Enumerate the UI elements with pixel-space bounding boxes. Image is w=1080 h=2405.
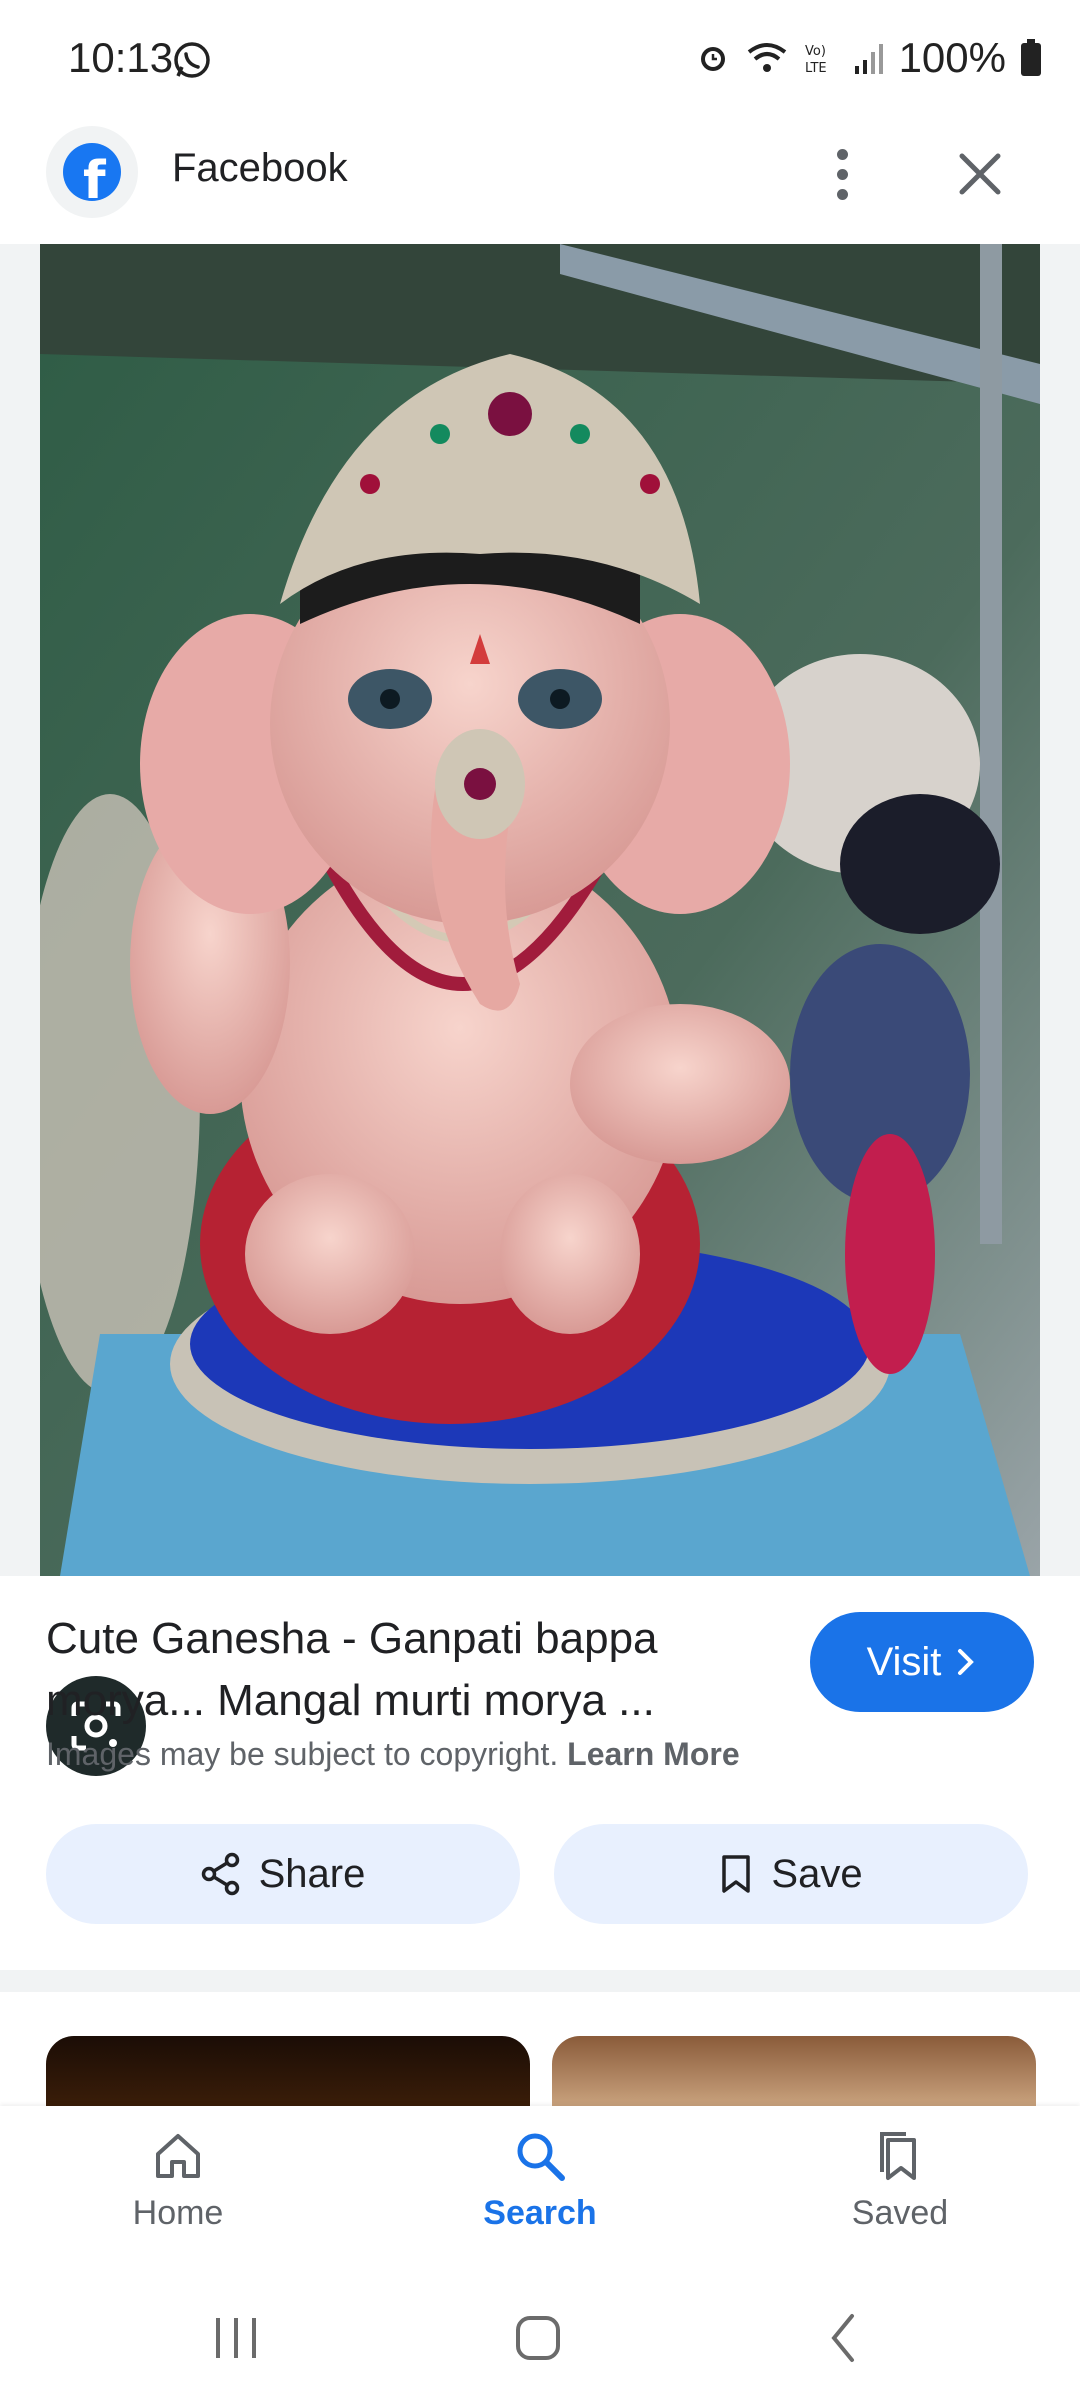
svg-text:LTE: LTE	[805, 61, 827, 76]
image-preview-area	[0, 244, 1080, 1776]
ganesha-idol-image[interactable]	[40, 244, 1040, 1576]
close-button[interactable]	[950, 144, 1010, 204]
recent-apps-button[interactable]	[216, 2318, 256, 2358]
related-image-thumbnail[interactable]	[46, 2036, 530, 2106]
section-divider	[0, 1970, 1080, 1992]
nav-home[interactable]: Home	[78, 2128, 278, 2233]
source-site-name[interactable]: Facebook	[172, 146, 348, 191]
status-icons: Vo) LTE 100%	[695, 34, 1042, 82]
more-options-button[interactable]	[812, 144, 872, 204]
saved-icon	[880, 2132, 916, 2180]
signal-icon	[853, 40, 885, 76]
close-icon	[959, 153, 1001, 195]
share-icon	[201, 1852, 239, 1896]
svg-text:Vo): Vo)	[805, 44, 826, 59]
battery-text: 100%	[898, 34, 1006, 81]
wifi-icon	[745, 40, 789, 76]
back-button[interactable]	[831, 2314, 854, 2362]
result-title[interactable]: Cute Ganesha - Ganpati bappa morya... Ma…	[46, 1608, 786, 1732]
chevron-right-icon	[958, 1649, 975, 1675]
share-label: Share	[258, 1851, 366, 1896]
bookmark-icon	[722, 1855, 751, 1893]
volte-icon: Vo) LTE	[803, 40, 839, 76]
save-button[interactable]: Save	[554, 1824, 1028, 1924]
share-button[interactable]: Share	[46, 1824, 520, 1924]
alarm-icon	[695, 40, 731, 76]
nav-search-label: Search	[483, 2194, 597, 2232]
visit-button[interactable]: Visit	[810, 1612, 1034, 1712]
learn-more-link[interactable]: Learn More	[567, 1736, 739, 1772]
copyright-text: Images may be subject to copyright.	[46, 1736, 559, 1772]
facebook-logo-icon: f	[46, 126, 138, 218]
visit-label: Visit	[866, 1639, 942, 1684]
save-label: Save	[771, 1851, 863, 1896]
nav-home-label: Home	[132, 2194, 224, 2232]
home-icon	[156, 2134, 200, 2178]
status-time: 10:13	[68, 34, 174, 81]
search-icon	[517, 2133, 565, 2181]
nav-search[interactable]: Search	[440, 2128, 640, 2233]
related-image-thumbnail[interactable]	[552, 2036, 1036, 2106]
more-vert-icon	[836, 148, 848, 160]
whatsapp-icon	[172, 40, 212, 85]
bottom-navigation: Home Search Saved	[0, 2106, 1080, 2278]
system-navigation-bar	[0, 2278, 1080, 2400]
home-button[interactable]	[516, 2316, 560, 2360]
battery-icon	[1020, 39, 1042, 77]
nav-saved[interactable]: Saved	[800, 2128, 1000, 2233]
copyright-notice: Images may be subject to copyright. Lear…	[46, 1736, 740, 1773]
source-header: f Facebook	[0, 120, 1080, 240]
status-bar: 10:13 Vo) LTE 100%	[0, 0, 1080, 120]
nav-saved-label: Saved	[851, 2194, 949, 2232]
